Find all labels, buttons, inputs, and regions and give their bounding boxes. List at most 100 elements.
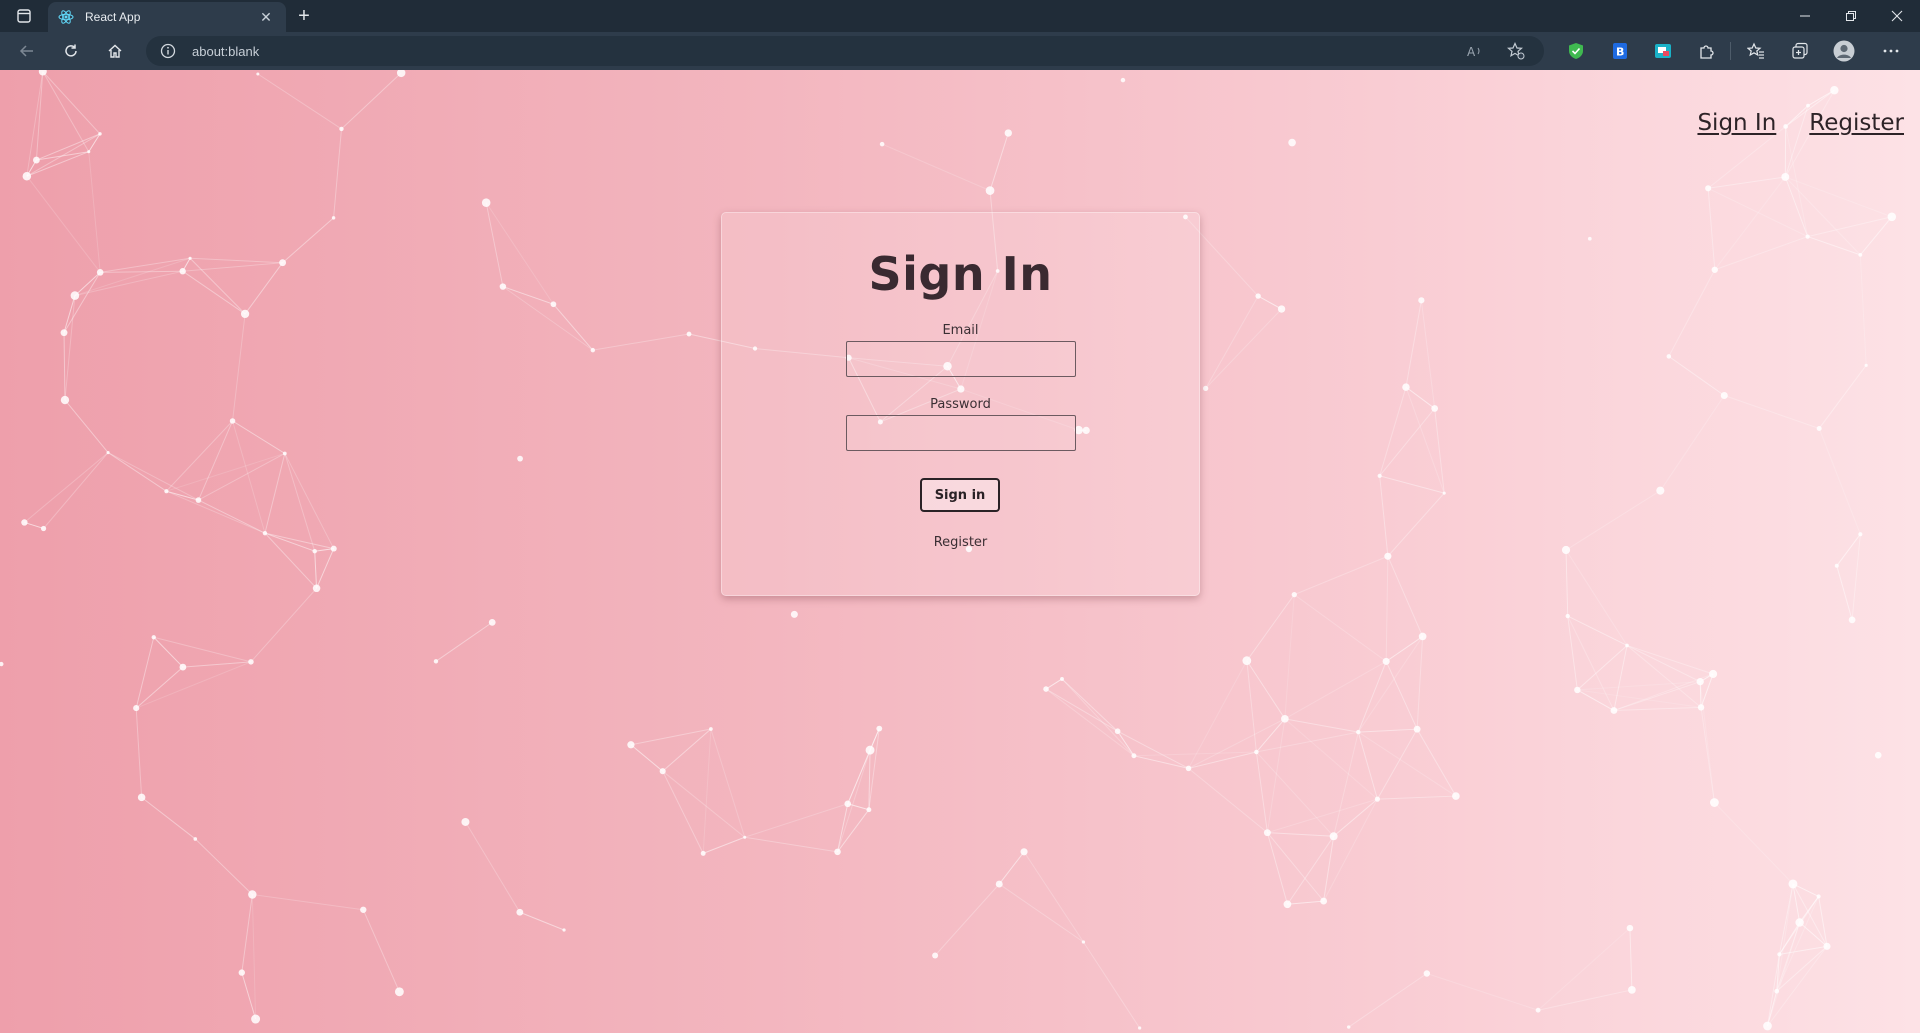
particle-node bbox=[1185, 765, 1192, 772]
particle-node bbox=[461, 817, 470, 826]
particle-node bbox=[481, 198, 491, 207]
toolbar-divider bbox=[1730, 42, 1731, 60]
particle-node bbox=[60, 395, 70, 405]
close-icon[interactable]: ✕ bbox=[256, 9, 276, 26]
particle-link bbox=[26, 151, 89, 177]
close-window-icon[interactable] bbox=[1874, 0, 1920, 32]
sign-in-title: Sign In bbox=[868, 247, 1053, 301]
collections-icon[interactable] bbox=[1789, 40, 1811, 62]
plus-icon[interactable]: + bbox=[292, 4, 316, 28]
particle-link bbox=[36, 133, 101, 161]
email-field[interactable] bbox=[846, 341, 1076, 377]
particle-link bbox=[847, 749, 871, 804]
particle-node bbox=[790, 610, 798, 618]
add-favorite-icon[interactable] bbox=[1506, 42, 1526, 60]
particle-node bbox=[179, 268, 186, 275]
refresh-icon[interactable] bbox=[57, 38, 85, 64]
favorites-icon[interactable] bbox=[1745, 40, 1767, 62]
particle-link bbox=[1061, 678, 1118, 732]
particle-link bbox=[1376, 728, 1418, 800]
particle-link bbox=[1818, 365, 1867, 429]
particle-node bbox=[1709, 669, 1718, 679]
nav-register-link[interactable]: Register bbox=[1809, 110, 1904, 136]
particle-node bbox=[1320, 897, 1328, 905]
particle-link bbox=[1284, 718, 1359, 733]
tab-title: React App bbox=[85, 10, 141, 24]
particle-link bbox=[881, 143, 991, 192]
particle-node bbox=[1060, 677, 1064, 681]
particle-node bbox=[550, 301, 557, 308]
particle-node bbox=[262, 530, 268, 536]
particle-node bbox=[1382, 657, 1390, 665]
particle-node bbox=[1418, 632, 1427, 641]
more-icon[interactable] bbox=[1880, 40, 1902, 62]
particle-node bbox=[1805, 234, 1810, 239]
tab-actions-icon[interactable] bbox=[10, 6, 38, 26]
register-link[interactable]: Register bbox=[722, 535, 1199, 550]
particle-node bbox=[193, 837, 198, 841]
particle-link bbox=[74, 257, 191, 297]
particle-node bbox=[195, 497, 202, 503]
password-field[interactable] bbox=[846, 415, 1076, 451]
home-icon[interactable] bbox=[101, 38, 129, 64]
particle-link bbox=[135, 708, 143, 798]
particle-node bbox=[1020, 848, 1028, 856]
read-aloud-icon[interactable]: A bbox=[1466, 42, 1486, 60]
particle-link bbox=[519, 911, 565, 931]
particle-link bbox=[1255, 751, 1268, 833]
extensions-icon[interactable] bbox=[1696, 40, 1718, 62]
particle-node bbox=[1697, 704, 1705, 711]
particle-node bbox=[1858, 532, 1863, 537]
particle-node bbox=[1709, 798, 1719, 807]
particle-link bbox=[1246, 660, 1286, 720]
particle-node bbox=[1281, 715, 1289, 723]
particle-node bbox=[686, 331, 692, 337]
particle-link bbox=[662, 728, 712, 772]
particle-node bbox=[1561, 545, 1571, 555]
bitwarden-extension-icon[interactable]: B bbox=[1609, 40, 1631, 62]
particle-link bbox=[1256, 751, 1334, 837]
minimize-icon[interactable] bbox=[1782, 0, 1828, 32]
particle-link bbox=[88, 151, 101, 273]
particle-node bbox=[40, 525, 47, 532]
back-icon[interactable] bbox=[13, 38, 41, 64]
particle-link bbox=[107, 452, 167, 492]
particle-link bbox=[1267, 832, 1334, 837]
particle-node bbox=[33, 156, 40, 164]
shield-extension-icon[interactable] bbox=[1565, 40, 1587, 62]
particle-link bbox=[1405, 300, 1422, 388]
particle-link bbox=[1714, 802, 1794, 885]
particle-node bbox=[1431, 405, 1439, 412]
particle-link bbox=[1333, 798, 1378, 837]
particle-link bbox=[74, 271, 101, 296]
particle-node bbox=[995, 880, 1003, 888]
screen-capture-extension-icon[interactable] bbox=[1652, 40, 1674, 62]
particle-node bbox=[1242, 656, 1252, 666]
email-label: Email bbox=[942, 323, 979, 338]
particle-node bbox=[1774, 988, 1780, 994]
address-bar[interactable]: about:blank A bbox=[146, 36, 1544, 66]
particle-node bbox=[1329, 832, 1338, 841]
particle-link bbox=[1567, 615, 1578, 690]
sign-in-button[interactable]: Sign in bbox=[920, 478, 1000, 512]
particle-link bbox=[989, 132, 1009, 191]
window-controls bbox=[1782, 0, 1920, 32]
restore-icon[interactable] bbox=[1828, 0, 1874, 32]
particle-link bbox=[153, 636, 252, 663]
info-icon[interactable] bbox=[160, 43, 176, 59]
particle-link bbox=[703, 836, 745, 854]
particle-link bbox=[1333, 731, 1359, 837]
particle-node bbox=[932, 952, 939, 959]
particle-link bbox=[166, 490, 266, 534]
particle-link bbox=[135, 637, 155, 709]
particle-link bbox=[1818, 428, 1861, 535]
particle-node bbox=[1138, 1026, 1142, 1030]
nav-sign-in-link[interactable]: Sign In bbox=[1697, 110, 1776, 136]
particle-node bbox=[1625, 643, 1629, 648]
particle-node bbox=[1565, 613, 1570, 619]
particle-link bbox=[1246, 594, 1295, 661]
profile-icon[interactable] bbox=[1833, 40, 1855, 62]
browser-tab[interactable]: React App ✕ bbox=[48, 2, 286, 32]
particle-link bbox=[1836, 565, 1853, 620]
particle-link bbox=[1266, 832, 1288, 905]
